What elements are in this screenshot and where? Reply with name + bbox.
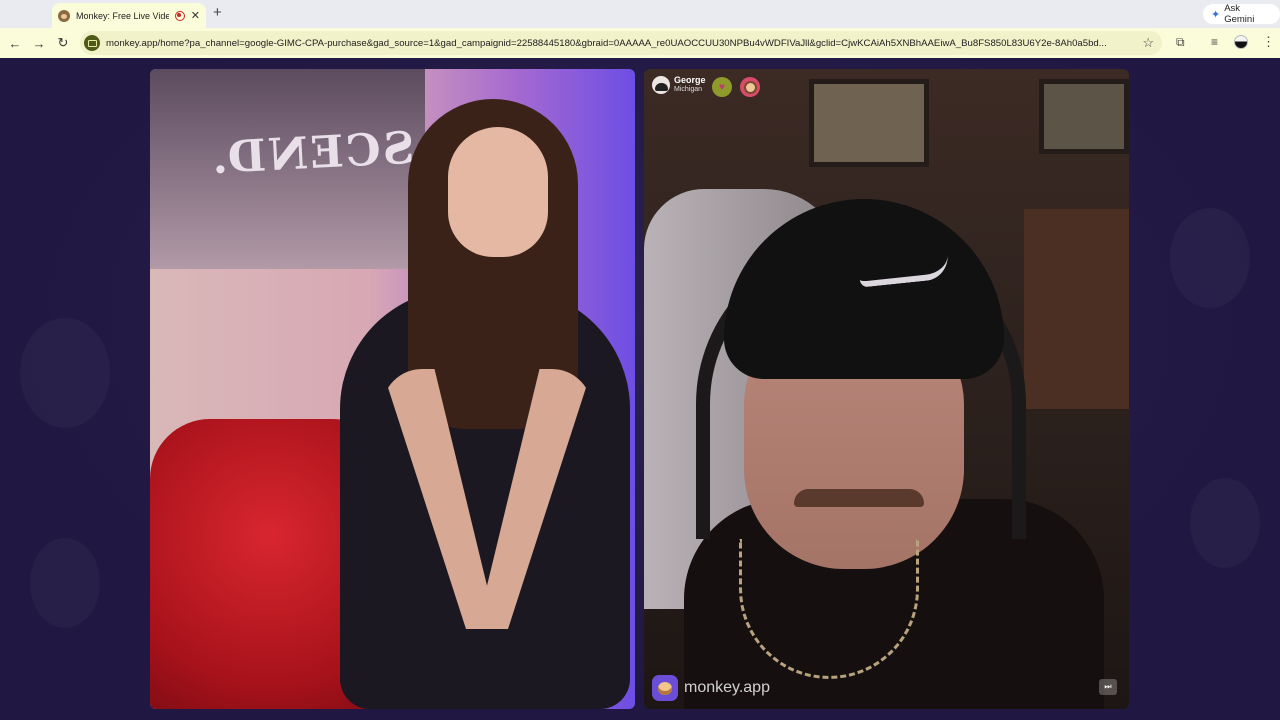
background-pattern (20, 318, 110, 428)
remote-video-feed: George Michigan ♥ monkey.app ⏭ (644, 69, 1129, 709)
browser-tab[interactable]: Monkey: Free Live Video ✕ (52, 3, 206, 28)
heart-badge-icon[interactable]: ♥ (712, 77, 732, 97)
background-pattern (1170, 208, 1250, 308)
url-text[interactable]: monkey.app/home?pa_channel=google-GIMC-C… (106, 38, 1136, 49)
remote-user-name: George (674, 75, 706, 85)
wall-poster: ASCEND. (150, 69, 452, 269)
media-controls-icon[interactable]: ≡ (1211, 35, 1218, 49)
recording-indicator-icon (174, 10, 185, 21)
monkey-favicon-icon (58, 9, 70, 22)
remote-user-location: Michigan (674, 86, 703, 93)
mustache (794, 489, 924, 507)
video-chat-page: ASCEND. George Michigan ♥ monkey.app ⏭ (0, 58, 1280, 720)
tab-close-icon[interactable]: ✕ (191, 9, 200, 22)
reload-icon[interactable]: ↻ (51, 31, 75, 55)
profile-avatar[interactable] (1234, 35, 1248, 49)
background-pattern (30, 538, 100, 628)
wall-frame (809, 79, 929, 167)
more-menu-icon[interactable]: ⋮ (1262, 34, 1275, 50)
forward-arrow-icon[interactable]: → (27, 31, 51, 55)
new-tab-button[interactable]: + (213, 4, 222, 21)
monkey-logo-icon (652, 675, 678, 701)
bookmark-star-icon[interactable]: ☆ (1142, 35, 1154, 51)
local-video-feed: ASCEND. (150, 69, 635, 709)
wall-frame (1039, 79, 1129, 154)
monkey-watermark: monkey.app (652, 675, 770, 701)
browser-toolbar: ← → ↻ monkey.app/home?pa_channel=google-… (0, 28, 1280, 58)
tab-title: Monkey: Free Live Video (76, 10, 169, 21)
ask-gemini-label: Ask Gemini (1224, 3, 1255, 25)
gemini-sparkle-icon: ✦ (1211, 8, 1221, 21)
remote-user-badge[interactable]: George Michigan (652, 75, 706, 94)
background-pattern (1190, 478, 1260, 568)
skip-next-icon[interactable]: ⏭ (1099, 679, 1117, 695)
shelf (1024, 209, 1129, 409)
google-lens-icon[interactable]: ⧉ (1176, 35, 1185, 50)
ask-gemini-button[interactable]: ✦ Ask Gemini (1203, 3, 1280, 25)
remote-user-avatar (652, 75, 670, 94)
site-info-icon[interactable] (84, 35, 100, 51)
watermark-text: monkey.app (684, 679, 770, 696)
local-person-face (448, 127, 548, 257)
address-bar[interactable]: monkey.app/home?pa_channel=google-GIMC-C… (80, 31, 1162, 55)
back-arrow-icon[interactable]: ← (3, 31, 27, 55)
tab-strip: Monkey: Free Live Video ✕ + ✦ Ask Gemini (0, 0, 1280, 28)
monkey-badge-icon[interactable] (740, 77, 760, 97)
